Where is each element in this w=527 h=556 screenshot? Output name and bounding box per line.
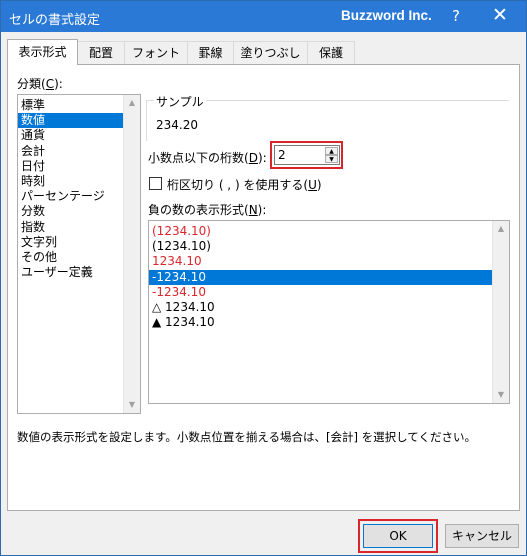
- sample-value: 234.20: [156, 118, 198, 132]
- scroll-down-icon[interactable]: ▼: [124, 397, 140, 413]
- thousands-separator-checkbox[interactable]: [149, 177, 162, 190]
- thousands-separator-label: 桁区切り ( , ) を使用する(U): [167, 178, 322, 192]
- tab-number[interactable]: 表示形式: [7, 39, 78, 65]
- spin-down-icon[interactable]: ▼: [325, 155, 338, 163]
- negative-format-item[interactable]: 1234.10: [149, 254, 509, 269]
- negative-format-item[interactable]: (1234.10): [149, 224, 509, 239]
- tab-border[interactable]: 罫線: [187, 41, 234, 64]
- negative-format-item[interactable]: △ 1234.10: [149, 300, 509, 315]
- category-item[interactable]: 日付: [18, 159, 140, 174]
- scroll-up-icon[interactable]: ▲: [124, 95, 140, 111]
- negative-format-item-selected[interactable]: -1234.10: [149, 269, 509, 285]
- scroll-down-icon[interactable]: ▼: [493, 387, 509, 403]
- tab-protection[interactable]: 保護: [307, 41, 355, 64]
- negative-numbers-label: 負の数の表示形式(N):: [148, 203, 267, 217]
- decimal-places-input[interactable]: [278, 147, 318, 163]
- scroll-up-icon[interactable]: ▲: [493, 221, 509, 237]
- negative-format-item[interactable]: (1234.10): [149, 239, 509, 254]
- tab-font[interactable]: フォント: [124, 41, 188, 64]
- tab-panel-number: 分類(C): 標準 数値 通貨 会計 日付 時刻 パーセンテージ 分数 指数 文…: [7, 64, 520, 511]
- category-item[interactable]: 会計: [18, 144, 140, 159]
- spin-buttons: ▲ ▼: [325, 147, 338, 163]
- sample-label: サンプル: [154, 93, 206, 110]
- category-item-selected[interactable]: 数値: [18, 113, 140, 129]
- tab-fill[interactable]: 塗りつぶし: [233, 41, 308, 64]
- spin-up-icon[interactable]: ▲: [325, 147, 338, 155]
- category-item[interactable]: 文字列: [18, 235, 140, 250]
- title-bar: セルの書式設定 Buzzword Inc. ? ✕: [1, 1, 526, 32]
- decimal-places-label: 小数点以下の桁数(D):: [148, 151, 267, 165]
- negative-numbers-list[interactable]: (1234.10) (1234.10) 1234.10 -1234.10 -12…: [148, 220, 510, 404]
- ok-button[interactable]: OK: [363, 524, 433, 548]
- dialog-title: セルの書式設定: [9, 13, 101, 28]
- category-scrollbar[interactable]: ▲ ▼: [123, 95, 140, 413]
- cancel-button[interactable]: キャンセル: [445, 524, 519, 548]
- format-description: 数値の表示形式を設定します。小数点位置を揃える場合は、[会計] を選択してくださ…: [17, 430, 476, 444]
- category-item[interactable]: その他: [18, 250, 140, 265]
- category-item[interactable]: 時刻: [18, 174, 140, 189]
- category-item[interactable]: 標準: [18, 98, 140, 113]
- tab-alignment[interactable]: 配置: [77, 41, 125, 64]
- close-button[interactable]: ✕: [492, 4, 508, 26]
- category-item[interactable]: 分数: [18, 204, 140, 219]
- decimal-places-stepper[interactable]: ▲ ▼: [274, 145, 340, 165]
- category-item[interactable]: 通貨: [18, 128, 140, 143]
- brand-label: Buzzword Inc.: [341, 8, 432, 23]
- format-cells-dialog: セルの書式設定 Buzzword Inc. ? ✕ 表示形式 配置 フォント 罫…: [0, 0, 527, 556]
- category-list[interactable]: 標準 数値 通貨 会計 日付 時刻 パーセンテージ 分数 指数 文字列 その他 …: [17, 94, 141, 414]
- category-item[interactable]: パーセンテージ: [18, 189, 140, 204]
- category-label: 分類(C):: [17, 77, 63, 91]
- negative-list-scrollbar[interactable]: ▲ ▼: [492, 221, 509, 403]
- category-item[interactable]: 指数: [18, 220, 140, 235]
- negative-format-item[interactable]: ▲ 1234.10: [149, 315, 509, 330]
- negative-format-item[interactable]: -1234.10: [149, 285, 509, 300]
- category-item[interactable]: ユーザー定義: [18, 265, 140, 280]
- help-button[interactable]: ?: [452, 7, 460, 25]
